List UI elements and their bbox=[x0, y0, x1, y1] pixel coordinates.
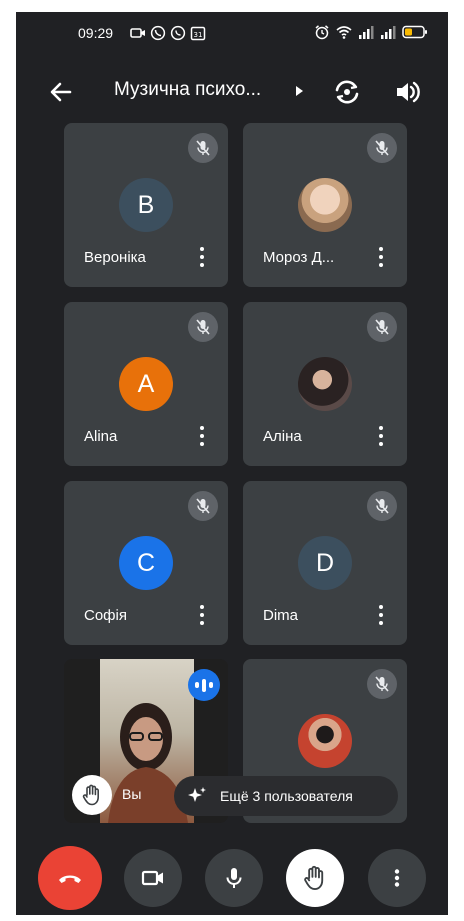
more-options-icon[interactable] bbox=[375, 424, 387, 448]
meeting-title[interactable]: Музична психо... bbox=[114, 79, 261, 101]
participant-tile[interactable]: A Alina bbox=[64, 302, 228, 466]
avatar-photo bbox=[298, 357, 352, 411]
mic-off-icon bbox=[375, 140, 389, 156]
more-options-icon[interactable] bbox=[196, 424, 208, 448]
signal-icon bbox=[381, 26, 396, 39]
participant-name: Мороз Д... bbox=[263, 249, 335, 266]
end-call-button[interactable] bbox=[38, 846, 102, 910]
phone-hangup-icon bbox=[59, 875, 81, 883]
viber-icon bbox=[150, 25, 166, 41]
hand-icon bbox=[82, 784, 99, 806]
speaking-indicator bbox=[188, 669, 220, 701]
raise-hand-button[interactable] bbox=[286, 849, 344, 907]
participant-tile[interactable]: Аліна bbox=[243, 302, 407, 466]
switch-camera-icon bbox=[335, 80, 359, 104]
video-camera-icon bbox=[141, 870, 163, 886]
more-options-icon[interactable] bbox=[196, 603, 208, 627]
participant-name: Alina bbox=[84, 428, 118, 445]
wifi-icon bbox=[336, 26, 352, 39]
avatar: C bbox=[119, 536, 173, 590]
hand-icon bbox=[304, 865, 324, 891]
back-button[interactable] bbox=[44, 75, 78, 109]
participant-tile[interactable]: В Вероніка bbox=[64, 123, 228, 287]
meet-call-screen: 09:29 31 Музична психо... В Вероніка Мор… bbox=[16, 12, 448, 915]
avatar-photo bbox=[298, 714, 352, 768]
caret-right-icon[interactable] bbox=[296, 86, 303, 96]
self-label: Вы bbox=[122, 786, 142, 802]
back-arrow-icon bbox=[50, 82, 72, 102]
more-options-icon[interactable] bbox=[375, 603, 387, 627]
participant-tile[interactable]: C Софія bbox=[64, 481, 228, 645]
avatar-initial: В bbox=[137, 190, 155, 219]
alarm-icon bbox=[315, 25, 329, 40]
participant-name: Аліна bbox=[263, 428, 302, 445]
speaker-icon bbox=[397, 81, 420, 103]
mic-off-icon bbox=[196, 140, 210, 156]
mic-off-icon bbox=[375, 676, 389, 692]
status-right-icons bbox=[314, 24, 428, 40]
avatar-initial: D bbox=[315, 548, 335, 577]
mic-off-icon bbox=[196, 498, 210, 514]
avatar: D bbox=[298, 536, 352, 590]
more-options-icon[interactable] bbox=[196, 245, 208, 269]
status-bar: 09:29 31 bbox=[16, 12, 448, 56]
switch-camera-button[interactable] bbox=[330, 75, 364, 109]
avatar-initial: C bbox=[136, 548, 156, 577]
battery-icon bbox=[402, 25, 427, 39]
camera-button[interactable] bbox=[124, 849, 182, 907]
muted-indicator bbox=[188, 312, 218, 342]
mic-off-icon bbox=[375, 319, 389, 335]
calendar-31-icon: 31 bbox=[190, 26, 206, 41]
participant-tile[interactable]: Мороз Д... bbox=[243, 123, 407, 287]
svg-text:31: 31 bbox=[194, 31, 203, 39]
participant-tile[interactable]: D Dima bbox=[243, 481, 407, 645]
participant-name: Dima bbox=[263, 607, 299, 624]
muted-indicator bbox=[367, 669, 397, 699]
muted-indicator bbox=[188, 491, 218, 521]
more-participants-label: Ещё 3 пользователя bbox=[220, 788, 353, 804]
sparkle-icon bbox=[188, 787, 206, 802]
muted-indicator bbox=[188, 133, 218, 163]
mic-off-icon bbox=[196, 319, 210, 335]
participant-name: Вероніка bbox=[84, 249, 146, 266]
muted-indicator bbox=[367, 491, 397, 521]
more-options-icon[interactable] bbox=[375, 245, 387, 269]
avatar: В bbox=[119, 178, 173, 232]
microphone-button[interactable] bbox=[205, 849, 263, 907]
raised-hand-indicator[interactable] bbox=[72, 775, 112, 815]
muted-indicator bbox=[367, 133, 397, 163]
status-time: 09:29 bbox=[78, 25, 114, 41]
muted-indicator bbox=[367, 312, 397, 342]
participant-name: Софія bbox=[84, 607, 127, 624]
avatar-photo bbox=[298, 178, 352, 232]
more-participants-button[interactable]: Ещё 3 пользователя bbox=[174, 776, 398, 816]
avatar-initial: A bbox=[137, 369, 155, 398]
signal-icon bbox=[359, 26, 374, 39]
speaker-button[interactable] bbox=[390, 75, 424, 109]
avatar: A bbox=[119, 357, 173, 411]
more-options-button[interactable] bbox=[368, 849, 426, 907]
mic-off-icon bbox=[375, 498, 389, 514]
screen-record-icon bbox=[130, 28, 145, 38]
status-left-icons: 31 bbox=[130, 25, 206, 41]
more-vert-icon bbox=[394, 869, 400, 887]
whatsapp-icon bbox=[170, 25, 186, 41]
microphone-icon bbox=[226, 868, 242, 888]
top-bar: Музична психо... bbox=[16, 67, 448, 117]
